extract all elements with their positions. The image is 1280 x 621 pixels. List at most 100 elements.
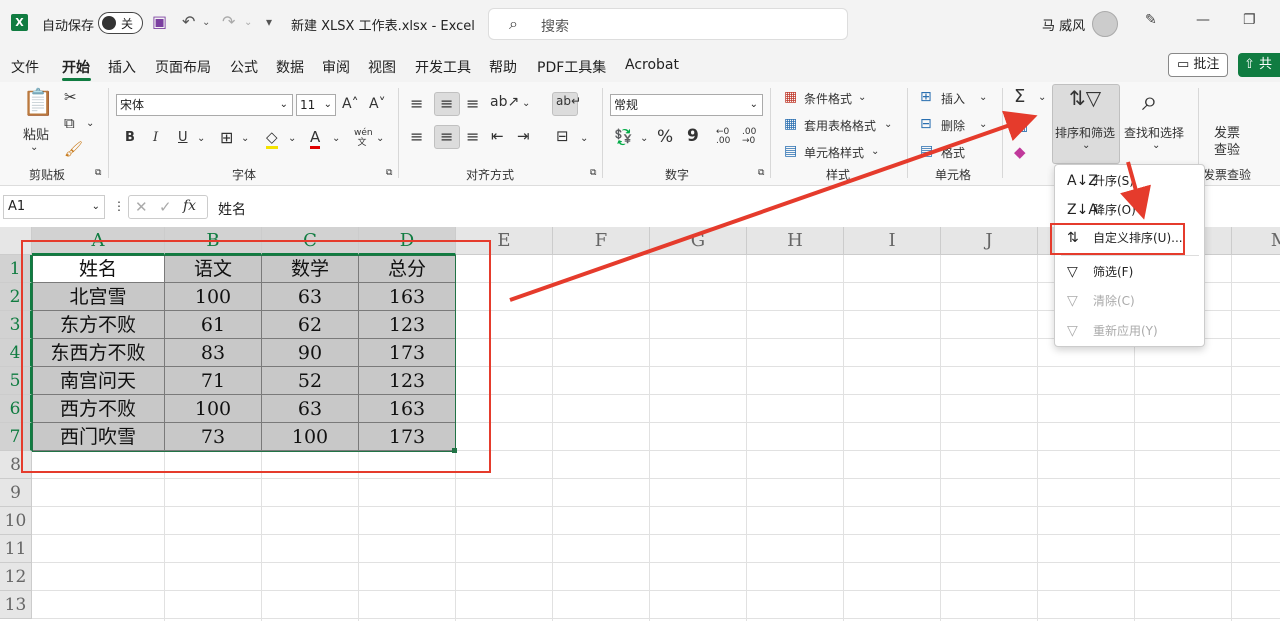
row-header-12[interactable]: 12 — [0, 563, 32, 591]
save-icon[interactable]: ▣ — [152, 12, 167, 31]
customize-toolbar-icon[interactable]: ▾ — [266, 15, 272, 29]
row-header-9[interactable]: 9 — [0, 479, 32, 507]
more-options-icon[interactable]: ⋮ — [113, 199, 125, 213]
font-color-dropdown-icon[interactable]: ⌄ — [332, 133, 340, 144]
align-right-icon[interactable]: ≡ — [466, 127, 479, 146]
comment-button[interactable]: ▭ 批注 — [1168, 53, 1228, 77]
tab-pdf-tools[interactable]: PDF工具集 — [537, 57, 606, 77]
row-header-10[interactable]: 10 — [0, 507, 32, 535]
font-name-select[interactable]: 宋体 ⌄ — [116, 94, 293, 116]
font-launcher-icon[interactable]: ⧉ — [386, 168, 392, 178]
comma-style-button[interactable]: 9 — [687, 126, 699, 146]
format-cells-button[interactable]: 格式 — [941, 144, 965, 161]
conditional-format-button[interactable]: 条件格式 — [804, 90, 852, 107]
redo-icon[interactable]: ↷ — [222, 12, 235, 31]
increase-indent-icon[interactable]: ⇥ — [517, 127, 530, 145]
insert-function-icon[interactable]: fx — [183, 198, 196, 214]
row-header-13[interactable]: 13 — [0, 591, 32, 619]
insert-cells-button[interactable]: 插入 — [941, 90, 965, 107]
merge-dropdown-icon[interactable]: ⌄ — [580, 133, 588, 144]
chevron-down-icon[interactable]: ⌄ — [871, 146, 879, 157]
alignment-launcher-icon[interactable]: ⧉ — [590, 168, 596, 178]
restore-icon[interactable]: ❐ — [1243, 12, 1256, 28]
tab-help[interactable]: 帮助 — [489, 57, 517, 77]
tab-data[interactable]: 数据 — [276, 57, 304, 77]
accounting-dropdown-icon[interactable]: ⌄ — [640, 133, 648, 144]
paste-icon[interactable]: 📋 — [22, 88, 54, 118]
confirm-icon[interactable]: ✓ — [159, 198, 172, 216]
align-middle-icon[interactable]: ≡ — [440, 94, 453, 113]
fill-icon[interactable]: ▥ — [1014, 116, 1028, 134]
chevron-down-icon[interactable]: ⌄ — [884, 119, 892, 130]
column-header-h[interactable]: H — [747, 227, 844, 255]
tab-page-layout[interactable]: 页面布局 — [155, 57, 211, 77]
format-as-table-button[interactable]: 套用表格格式 — [804, 117, 876, 134]
clipboard-launcher-icon[interactable]: ⧉ — [95, 168, 101, 178]
cancel-icon[interactable]: ✕ — [135, 198, 148, 216]
copy-icon[interactable]: ⧉ — [64, 114, 75, 132]
chevron-down-icon[interactable]: ⌄ — [1082, 140, 1090, 151]
cut-icon[interactable]: ✂ — [64, 88, 77, 106]
bold-button[interactable]: B — [125, 130, 135, 145]
tab-acrobat[interactable]: Acrobat — [625, 57, 679, 73]
undo-dropdown-icon[interactable]: ⌄ — [202, 17, 210, 28]
cell-styles-button[interactable]: 单元格样式 — [804, 144, 864, 161]
invoice-check-line2[interactable]: 查验 — [1214, 139, 1240, 158]
menu-item-sort-ascending[interactable]: A↓Z 升序(S) — [1055, 167, 1204, 195]
align-bottom-icon[interactable]: ≡ — [466, 94, 479, 113]
tab-developer[interactable]: 开发工具 — [415, 57, 471, 77]
tab-review[interactable]: 审阅 — [322, 57, 350, 77]
wrap-text-icon[interactable]: ab↵ — [556, 94, 581, 108]
italic-button[interactable]: I — [153, 130, 158, 145]
border-dropdown-icon[interactable]: ⌄ — [241, 133, 249, 144]
border-icon[interactable]: ⊞ — [220, 128, 233, 147]
sort-filter-button[interactable]: 排序和筛选 — [1055, 124, 1115, 141]
column-header-g[interactable]: G — [650, 227, 747, 255]
tab-insert[interactable]: 插入 — [108, 57, 136, 77]
underline-button[interactable]: U — [178, 130, 188, 145]
redo-dropdown-icon[interactable]: ⌄ — [244, 17, 252, 28]
column-header-j[interactable]: J — [941, 227, 1038, 255]
tab-view[interactable]: 视图 — [368, 57, 396, 77]
phonetic-icon[interactable]: wén 文 — [354, 128, 373, 148]
font-size-select[interactable]: 11 ⌄ — [296, 94, 336, 116]
autosum-dropdown-icon[interactable]: ⌄ — [1038, 92, 1046, 103]
orientation-dropdown-icon[interactable]: ⌄ — [522, 98, 530, 109]
menu-item-filter[interactable]: ▽ 筛选(F) — [1055, 258, 1204, 286]
share-button[interactable]: ⇧ 共 — [1238, 53, 1280, 77]
tab-formulas[interactable]: 公式 — [230, 57, 258, 77]
undo-icon[interactable]: ↶ — [182, 12, 195, 31]
increase-decimal-icon[interactable]: ←0.00 — [716, 128, 730, 146]
format-cells-icon[interactable]: ▤ — [920, 143, 933, 159]
find-icon[interactable]: ⌕ — [1142, 84, 1158, 118]
sort-filter-icon[interactable]: ⇅▽ — [1069, 86, 1101, 110]
align-left-icon[interactable]: ≡ — [410, 127, 423, 146]
search-box[interactable]: ⌕ 搜索 — [488, 8, 848, 40]
conditional-format-icon[interactable]: ▦ — [784, 89, 797, 105]
formula-input[interactable]: 姓名 — [218, 199, 246, 219]
menu-item-reapply[interactable]: ▽ 重新应用(Y) — [1055, 317, 1204, 345]
copy-dropdown-icon[interactable]: ⌄ — [86, 118, 94, 129]
underline-dropdown-icon[interactable]: ⌄ — [197, 133, 205, 144]
paste-label[interactable]: 粘贴 — [23, 124, 49, 143]
menu-item-clear-filter[interactable]: ▽ 清除(C) — [1055, 287, 1204, 315]
tab-file[interactable]: 文件 — [11, 57, 39, 77]
paste-dropdown-icon[interactable]: ⌄ — [30, 142, 38, 153]
merge-center-icon[interactable]: ⊟ — [556, 127, 569, 145]
delete-cells-button[interactable]: 删除 — [941, 117, 965, 134]
fill-color-icon[interactable]: ◇ — [266, 128, 278, 149]
number-launcher-icon[interactable]: ⧉ — [758, 168, 764, 178]
chevron-down-icon[interactable]: ⌄ — [979, 92, 987, 103]
decrease-decimal-icon[interactable]: .00 →0 — [742, 128, 756, 146]
decrease-indent-icon[interactable]: ⇤ — [491, 127, 504, 145]
decrease-font-icon[interactable]: A˅ — [369, 96, 386, 112]
avatar[interactable] — [1092, 11, 1118, 37]
font-color-icon[interactable]: A — [310, 128, 321, 149]
chevron-down-icon[interactable]: ⌄ — [979, 119, 987, 130]
format-painter-icon[interactable]: 🖌 — [64, 140, 83, 158]
format-table-icon[interactable]: ▦ — [784, 116, 797, 132]
clear-icon[interactable]: ◆ — [1014, 143, 1026, 161]
chevron-down-icon[interactable]: ⌄ — [858, 92, 866, 103]
accounting-format-icon[interactable]: 💱 — [614, 128, 633, 146]
fill-color-dropdown-icon[interactable]: ⌄ — [288, 133, 296, 144]
